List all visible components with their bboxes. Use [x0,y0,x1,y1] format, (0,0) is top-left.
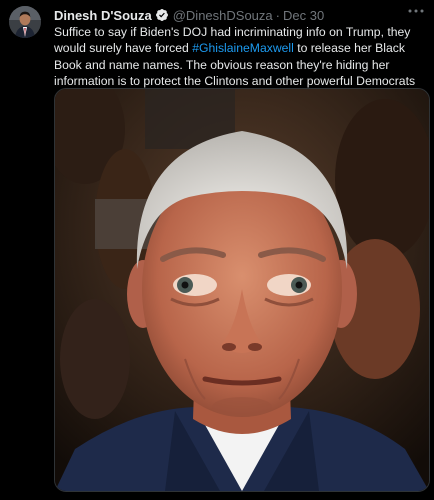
tweet-header: Dinesh D'Souza @DineshDSouza · Dec 30 [54,6,324,24]
avatar[interactable] [9,6,41,38]
author-handle[interactable]: @DineshDSouza [173,8,273,23]
tweet-photo[interactable] [54,88,430,492]
tweet-date[interactable]: Dec 30 [283,8,324,23]
photo-image [55,89,429,491]
verified-badge-icon [155,8,169,22]
author-display-name[interactable]: Dinesh D'Souza [54,8,152,23]
header-separator: · [275,7,280,23]
more-options-icon[interactable] [406,3,426,19]
hashtag-link[interactable]: #GhislaineMaxwell [192,41,294,55]
avatar-image [9,6,41,38]
tweet[interactable]: Dinesh D'Souza @DineshDSouza · Dec 30 Su… [0,0,434,500]
